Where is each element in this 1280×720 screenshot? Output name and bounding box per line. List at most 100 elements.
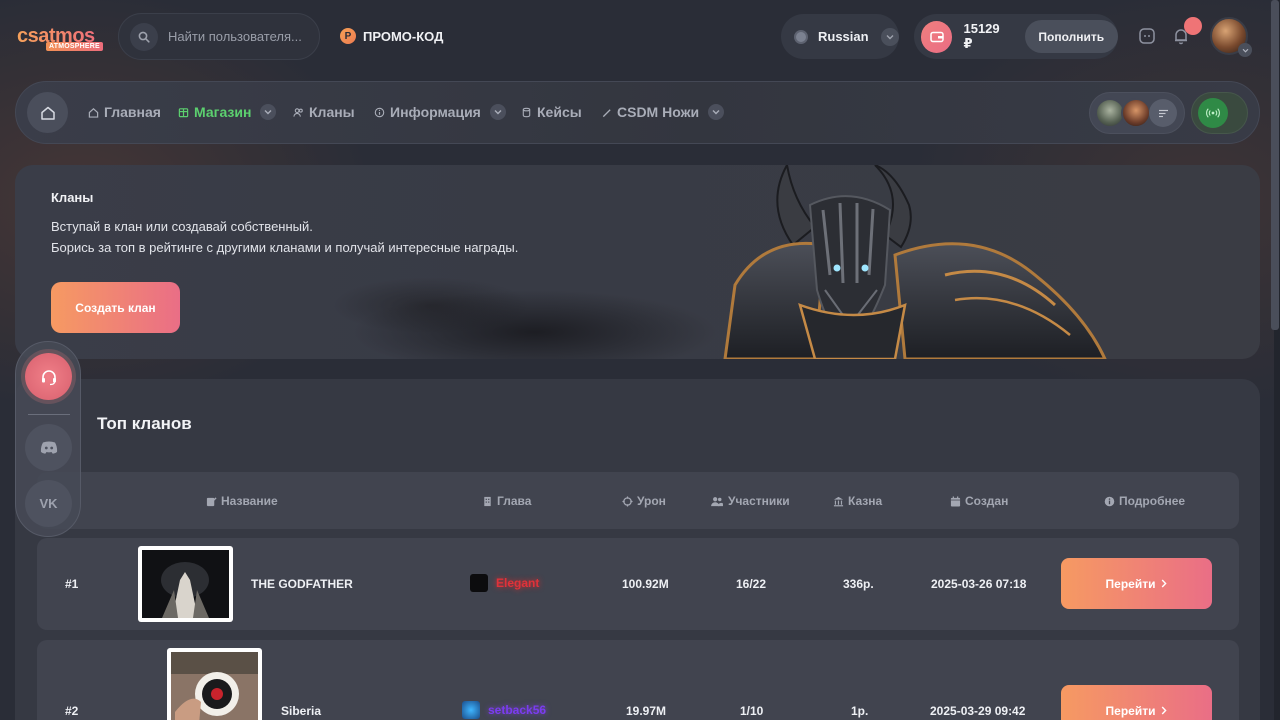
column-label: Название (221, 494, 278, 508)
clan-leader[interactable]: setback56 (462, 701, 546, 719)
clan-created: 2025-03-26 07:18 (931, 577, 1027, 591)
discord-icon (40, 441, 57, 454)
site-logo[interactable]: csatmos ATMOSPHERE (17, 26, 103, 51)
clan-icon (293, 107, 303, 117)
go-to-clan-button[interactable]: Перейти (1061, 558, 1212, 609)
column-label: Подробнее (1119, 494, 1186, 508)
page-scrollbar[interactable] (1271, 0, 1280, 720)
topup-button[interactable]: Пополнить (1024, 20, 1118, 53)
column-header-leader: Глава (482, 494, 531, 508)
home-icon (88, 107, 99, 118)
search-input[interactable] (168, 29, 308, 44)
wallet-icon[interactable] (921, 20, 953, 53)
search-icon (130, 22, 158, 51)
globe-icon (794, 29, 808, 44)
chevron-right-icon (1162, 579, 1168, 588)
clan-members: 16/22 (736, 577, 767, 591)
banner-line: Борись за топ в рейтинге с другими клана… (51, 240, 519, 255)
nav-item-knives[interactable]: CSDM Ножи (601, 104, 725, 120)
clan-treasury: 336р. (843, 577, 874, 591)
user-avatar[interactable] (1210, 17, 1252, 57)
clan-damage: 19.97M (626, 704, 667, 718)
chevron-down-icon[interactable] (1238, 43, 1252, 57)
edit-icon (206, 496, 217, 506)
clan-leader[interactable]: Elegant (470, 574, 539, 592)
chevron-down-icon[interactable] (260, 104, 277, 120)
banner-description: Вступай в клан или создавай собственный.… (51, 216, 518, 258)
nav-label: Информация (390, 104, 481, 120)
leader-avatar (470, 574, 488, 592)
live-status-toggle[interactable] (1191, 92, 1248, 134)
building-icon (484, 496, 491, 506)
wallet-widget: 15129 ₽ Пополнить (914, 14, 1118, 59)
discord-button[interactable] (25, 424, 72, 471)
column-label: Участники (728, 494, 790, 508)
create-clan-button[interactable]: Создать клан (51, 282, 180, 333)
home-icon (40, 106, 55, 120)
language-selector[interactable]: Russian (781, 14, 899, 59)
case-icon (522, 107, 531, 117)
nav-label: Главная (104, 104, 161, 120)
chevron-down-icon[interactable] (708, 104, 725, 120)
promo-code-link[interactable]: P ПРОМО-КОД (340, 28, 443, 44)
clan-name[interactable]: THE GODFATHER (251, 577, 353, 591)
button-label: Перейти (1105, 576, 1156, 591)
column-header-members: Участники (710, 494, 790, 508)
floating-social-bar: VK (15, 341, 81, 537)
chat-icon[interactable] (1138, 27, 1156, 45)
headset-icon (41, 369, 56, 385)
nav-label: Кланы (309, 104, 355, 120)
go-to-clan-button[interactable]: Перейти (1061, 685, 1212, 720)
info-icon (374, 107, 385, 117)
chevron-right-icon (1162, 706, 1168, 715)
column-header-damage: Урон (622, 494, 666, 508)
info-icon (1104, 496, 1115, 506)
main-nav: Главная Магазин Кланы Информация Кейсы C… (15, 81, 1260, 144)
clan-image[interactable] (138, 546, 233, 622)
nav-label: CSDM Ножи (617, 104, 700, 120)
knife-icon (602, 108, 611, 117)
support-button[interactable] (25, 353, 72, 400)
clan-name[interactable]: Siberia (281, 704, 321, 718)
nav-item-home[interactable]: Главная (88, 104, 161, 120)
nav-item-shop[interactable]: Магазин (178, 104, 277, 120)
online-user-avatar[interactable] (1121, 98, 1151, 128)
nav-label: Магазин (194, 104, 252, 120)
nav-item-clans[interactable]: Кланы (293, 104, 355, 120)
nav-label: Кейсы (537, 104, 582, 120)
clan-image[interactable] (167, 648, 262, 720)
nav-item-info[interactable]: Информация (374, 104, 506, 120)
chevron-down-icon[interactable] (489, 104, 506, 120)
knight-illustration (723, 165, 1107, 359)
column-label: Создан (965, 494, 1009, 508)
user-search[interactable] (118, 13, 320, 60)
banner-title: Кланы (51, 190, 94, 205)
crosshair-icon (622, 495, 633, 507)
vk-icon: VK (39, 496, 58, 511)
clan-treasury: 1р. (851, 704, 869, 718)
calendar-icon (950, 495, 961, 507)
language-label: Russian (818, 29, 869, 44)
column-label: Глава (497, 494, 532, 508)
broadcast-icon (1198, 98, 1228, 128)
section-title: Топ кланов (97, 414, 192, 433)
clan-members: 1/10 (740, 704, 764, 718)
vk-button[interactable]: VK (25, 480, 72, 527)
promo-label: ПРОМО-КОД (363, 28, 444, 44)
nav-item-cases[interactable]: Кейсы (521, 104, 582, 120)
online-users-group[interactable] (1089, 92, 1185, 134)
clan-created: 2025-03-29 09:42 (930, 704, 1026, 718)
home-button[interactable] (27, 92, 68, 133)
button-label: Перейти (1105, 703, 1156, 718)
shop-icon (178, 107, 189, 117)
column-header-treasury: Казна (833, 494, 882, 508)
column-label: Урон (637, 494, 666, 508)
filter-icon[interactable] (1149, 99, 1177, 127)
users-icon (711, 496, 723, 506)
bank-icon (833, 496, 844, 506)
column-header-name: Название (206, 494, 278, 508)
balance-amount: 15129 ₽ (963, 21, 1000, 51)
chevron-down-icon (880, 27, 899, 46)
divider (28, 414, 70, 415)
notification-badge (1184, 17, 1202, 35)
